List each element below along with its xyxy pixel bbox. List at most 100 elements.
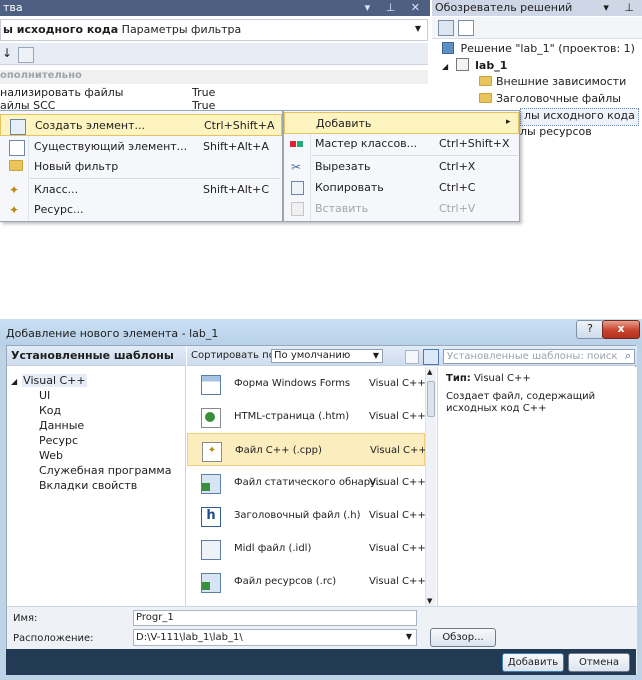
tree-node-data[interactable]: Данные <box>39 419 84 432</box>
tree-node-code[interactable]: Код <box>39 404 61 417</box>
cut-icon: ✂ <box>291 160 302 174</box>
dialog-title: Добавление нового элемента - lab_1 <box>6 327 219 340</box>
show-all-files-icon[interactable] <box>458 20 474 36</box>
installed-templates-pane: Установленные шаблоны ◢ Visual C++ UI Код… <box>7 346 186 606</box>
tree-node-label: Решение "lab_1" (проектов: 1) <box>460 42 635 55</box>
sort-select-value: По умолчанию <box>274 350 351 361</box>
sort-icon[interactable]: ↓ <box>2 46 12 60</box>
resource-file-icon <box>201 573 221 593</box>
tree-node-solution[interactable]: Решение "lab_1" (проектов: 1) <box>442 42 635 58</box>
menu-item-copy[interactable]: Копировать Ctrl+C <box>284 177 519 199</box>
properties-icon[interactable] <box>438 20 454 36</box>
menu-item-resource[interactable]: ✦ Ресурс... <box>0 199 282 221</box>
menu-item-class[interactable]: ✦ Класс... Shift+Alt+C <box>0 179 282 201</box>
cancel-button[interactable]: Отмена <box>568 653 630 672</box>
menu-item-label: Класс... <box>34 183 79 196</box>
property-pages-icon[interactable] <box>18 47 34 63</box>
resource-icon: ✦ <box>9 203 20 217</box>
property-value[interactable]: True <box>192 85 215 102</box>
properties-object-combo[interactable]: ы исходного кода Параметры фильтра ▼ <box>0 19 428 41</box>
copy-icon <box>291 181 304 195</box>
expand-arrow-icon[interactable]: ◢ <box>11 377 17 386</box>
scroll-down-icon[interactable]: ▼ <box>427 597 432 605</box>
template-name: Форма Windows Forms <box>234 378 351 389</box>
properties-combo-text: Параметры фильтра <box>121 23 242 36</box>
search-icon[interactable]: ⌕ <box>625 349 631 362</box>
template-type-label: Тип: <box>446 373 471 384</box>
menu-item-paste[interactable]: Вставить Ctrl+V <box>284 198 519 220</box>
tree-node-visual-cpp[interactable]: ◢ Visual C++ <box>11 374 87 387</box>
menu-item-label: Мастер классов... <box>315 137 418 150</box>
menu-item-label: Ресурс... <box>34 203 84 216</box>
template-description: Создает файл, содержащий исходных код C+… <box>446 391 596 414</box>
template-list-scrollbar[interactable]: ▲ ▼ <box>425 367 436 606</box>
location-select[interactable]: D:\V-111\lab_1\lab_1\ ▼ <box>133 629 417 646</box>
template-item-windows-form[interactable]: Форма Windows Forms Visual C++ <box>187 367 425 400</box>
close-button[interactable]: x <box>602 320 640 339</box>
name-input[interactable]: Progr_1 <box>133 610 417 626</box>
tree-node-resources[interactable]: лы ресурсов <box>520 125 592 141</box>
installed-templates-header: Установленные шаблоны <box>7 346 186 366</box>
tree-node-source[interactable]: лы исходного кода <box>520 108 639 126</box>
template-item-midl-file[interactable]: Midl файл (.idl) Visual C++ <box>187 532 425 565</box>
menu-item-shortcut: Shift+Alt+A <box>203 140 269 153</box>
template-item-header-file[interactable]: h Заголовочный файл (.h) Visual C++ <box>187 499 425 532</box>
properties-title-buttons[interactable]: ▾ ⊥ ✕ <box>365 1 426 14</box>
menu-item-label: Вставить <box>315 202 369 215</box>
property-name: нализировать файлы <box>0 86 124 99</box>
property-row[interactable]: айлы SCC True <box>0 101 428 110</box>
tree-node-label: Заголовочные файлы <box>496 92 621 105</box>
property-value[interactable]: True <box>192 101 215 110</box>
medium-icons-view-icon[interactable] <box>405 350 419 364</box>
properties-combo-bold: ы исходного кода <box>3 23 119 36</box>
tree-node-ui[interactable]: UI <box>39 389 50 402</box>
scroll-up-icon[interactable]: ▲ <box>427 368 432 376</box>
html-page-icon <box>201 408 221 428</box>
template-language: Visual C++ <box>369 510 425 521</box>
help-button[interactable]: ? <box>576 320 604 339</box>
menu-item-existing-item[interactable]: Существующий элемент... Shift+Alt+A <box>0 136 282 158</box>
tree-node-web[interactable]: Web <box>39 449 63 462</box>
chevron-down-icon[interactable]: ▼ <box>415 24 421 33</box>
menu-item-new-item[interactable]: Создать элемент... Ctrl+Shift+A <box>0 114 282 136</box>
solution-explorer-title-buttons[interactable]: ▾ ⊥ <box>603 1 640 14</box>
tree-node-headers[interactable]: Заголовочные файлы <box>479 92 621 108</box>
sort-select[interactable]: По умолчанию ▼ <box>271 349 383 363</box>
name-label: Имя: <box>13 613 38 624</box>
template-item-html[interactable]: HTML-страница (.htm) Visual C++ <box>187 400 425 433</box>
template-search-input[interactable]: Установленные шаблоны: поиск ⌕ <box>443 349 635 364</box>
dialog-body: Установленные шаблоны ◢ Visual C++ UI Код… <box>6 345 637 674</box>
template-list: Форма Windows Forms Visual C++ HTML-стра… <box>187 367 425 606</box>
tree-node-resource[interactable]: Ресурс <box>39 434 78 447</box>
template-name: Midl файл (.idl) <box>234 543 312 554</box>
tree-node-utility[interactable]: Служебная программа <box>39 464 171 477</box>
menu-item-class-wizard[interactable]: Мастер классов... Ctrl+Shift+X <box>284 133 519 155</box>
properties-panel-title: тва ▾ ⊥ ✕ <box>0 0 430 16</box>
add-button[interactable]: Добавить <box>502 653 564 672</box>
properties-title-text: тва <box>3 1 23 14</box>
menu-item-add[interactable]: Добавить ▸ <box>284 112 519 134</box>
menu-item-new-filter[interactable]: Новый фильтр <box>0 156 282 178</box>
menu-item-cut[interactable]: ✂ Вырезать Ctrl+X <box>284 156 519 178</box>
template-item-resource-file[interactable]: Файл ресурсов (.rc) Visual C++ <box>187 565 425 598</box>
expand-arrow-icon[interactable]: ◢ <box>442 62 448 71</box>
template-name: Заголовочный файл (.h) <box>234 510 361 521</box>
tree-node-external[interactable]: Внешние зависимости <box>479 75 626 91</box>
properties-category-row[interactable]: ополнительно <box>0 70 428 84</box>
dialog-titlebar[interactable]: Добавление нового элемента - lab_1 ? x <box>0 319 642 345</box>
scroll-thumb[interactable] <box>427 381 435 417</box>
menu-item-shortcut: Ctrl+Shift+A <box>204 119 275 132</box>
tree-node-project[interactable]: ◢ lab_1 <box>442 58 507 74</box>
property-row[interactable]: нализировать файлы True <box>0 85 428 101</box>
new-item-icon <box>10 119 26 135</box>
template-item-static-discovery[interactable]: Файл статического обнару... Visual C++ <box>187 466 425 499</box>
tree-node-property-sheets[interactable]: Вкладки свойств <box>39 479 137 492</box>
solution-explorer-title: Обозреватель решений ▾ ⊥ <box>432 0 642 16</box>
list-view-icon[interactable] <box>423 349 439 365</box>
browse-button[interactable]: Обзор... <box>430 628 496 647</box>
template-item-cpp-file[interactable]: ✦ Файл C++ (.cpp) Visual C++ <box>187 433 425 466</box>
menu-item-shortcut: Shift+Alt+C <box>203 183 270 196</box>
paste-icon <box>291 202 304 216</box>
menu-item-label: Существующий элемент... <box>34 140 188 153</box>
class-wizard-icon <box>290 137 304 151</box>
